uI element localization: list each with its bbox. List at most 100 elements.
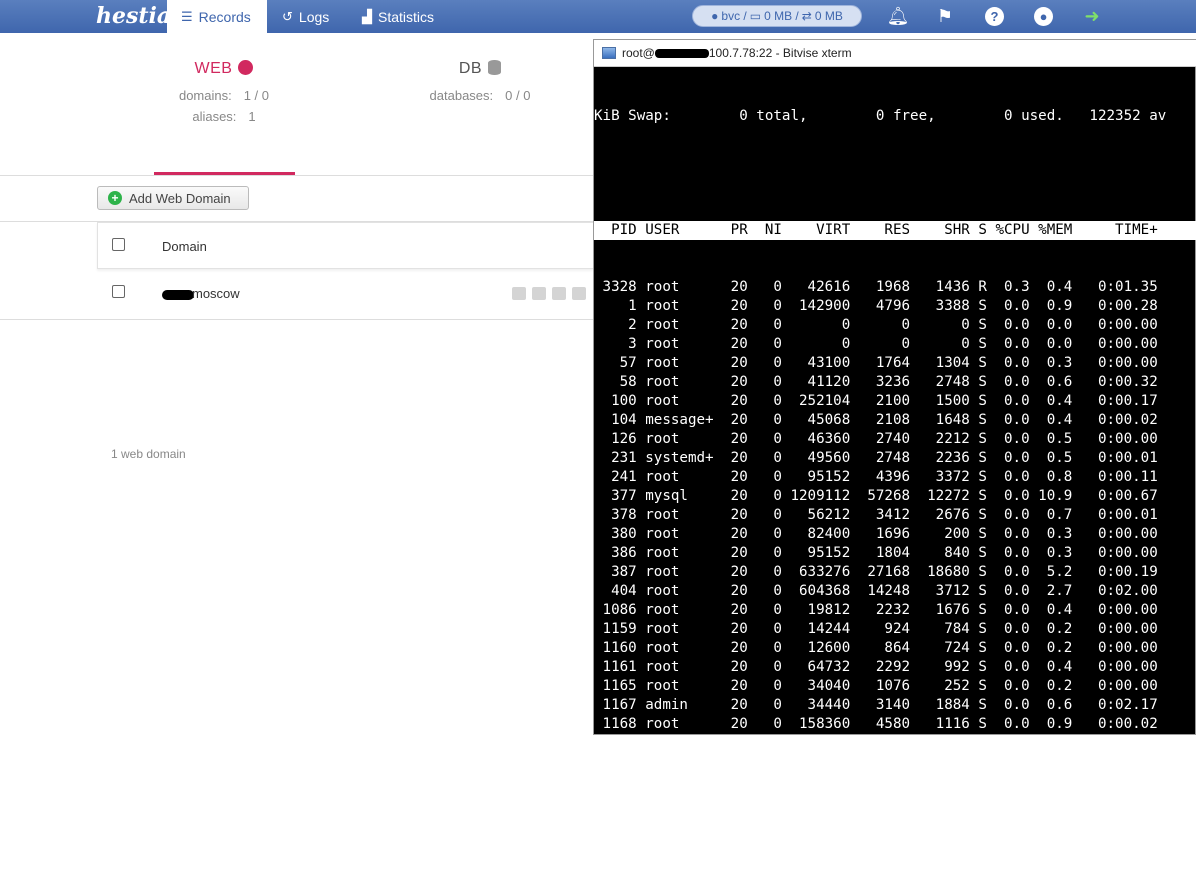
process-row: 378 root 20 0 56212 3412 2676 S 0.0 0.7 …	[594, 507, 1158, 523]
bell-icon[interactable]: 🔔︎	[886, 4, 910, 28]
process-row: 57 root 20 0 43100 1764 1304 S 0.0 0.3 0…	[594, 355, 1158, 371]
command-line: root@sb-trans:~# v-add-letsencrypt-user …	[594, 811, 979, 827]
process-row: 404 root 20 0 604368 14248 3712 S 0.0 2.…	[594, 583, 1158, 599]
domains-value: 1 / 0	[243, 88, 270, 103]
db-title: DB	[458, 60, 483, 77]
domain-name: moscow	[192, 286, 240, 301]
disk-usage: 0 MB /	[764, 9, 799, 23]
process-row: 380 root 20 0 82400 1696 200 S 0.0 0.3 0…	[594, 526, 1158, 542]
swap-line: KiB Swap: 0 total, 0 free, 0 used. 12235…	[594, 108, 1167, 124]
process-row: 1165 root 20 0 34040 1076 252 S 0.0 0.2 …	[594, 678, 1158, 694]
chart-icon: ▟	[362, 8, 372, 24]
nav-logs[interactable]: ↺ Logs	[282, 0, 329, 33]
history-icon: ↺	[282, 8, 293, 24]
list-icon: ☰	[181, 8, 193, 24]
bandwidth-usage: 0 MB	[814, 9, 843, 23]
add-web-domain-label: Add Web Domain	[129, 190, 231, 206]
top-navigation-bar: hestia ☰ Records ↺ Logs ▟ Statistics ● b…	[0, 0, 1196, 33]
process-row: 104 message+ 20 0 45068 2108 1648 S 0.0 …	[594, 412, 1158, 428]
hestia-logo[interactable]: hestia	[96, 3, 171, 29]
command-line: root@s :~# v-add-letsencrypt-user admin	[594, 867, 1196, 886]
process-row: 58 root 20 0 41120 3236 2748 S 0.0 0.6 0…	[594, 374, 1158, 390]
add-web-domain-button[interactable]: + Add Web Domain	[97, 186, 249, 210]
databases-label: databases:	[429, 88, 494, 103]
stats-icon[interactable]	[552, 287, 566, 300]
logout-icon[interactable]: ➜	[1080, 4, 1104, 28]
domains-label: domains:	[178, 88, 232, 103]
divider	[0, 319, 593, 320]
db-stats-title: DB	[400, 60, 560, 78]
process-row: 2677 root 20 0 29604 1420 1128 S 0.0 0.3…	[594, 754, 1158, 770]
aliases-label: aliases:	[192, 109, 237, 124]
process-row: 2738 www-data 20 0 182688 6228 468 S 0.0…	[594, 773, 1158, 789]
process-row: 1161 root 20 0 64732 2292 992 S 0.0 0.4 …	[594, 659, 1158, 675]
process-row: 387 root 20 0 633276 27168 18680 S 0.0 5…	[594, 564, 1158, 580]
bandwidth-icon: ⇄	[801, 9, 812, 23]
web-stats-tab[interactable]: WEB domains: 1 / 0 aliases: 1	[154, 60, 294, 124]
terminal-icon	[602, 47, 616, 59]
process-table-header: PID USER PR NI VIRT RES SHR S %CPU %MEM …	[594, 221, 1196, 240]
open-icon[interactable]	[512, 287, 526, 300]
title-suffix: 100.7.78:22 - Bitvise xterm	[708, 46, 852, 60]
web-stats-title: WEB	[154, 60, 294, 78]
process-row: 3 root 20 0 0 0 0 S 0.0 0.0 0:00.00	[594, 336, 1158, 352]
row-checkbox[interactable]	[112, 285, 125, 298]
domain-column-header[interactable]: Domain	[162, 239, 207, 254]
help-icon[interactable]: ?	[985, 7, 1004, 26]
user-status-pill[interactable]: ● bvc / ▭ 0 MB / ⇄ 0 MB	[692, 5, 862, 27]
divider	[0, 175, 593, 176]
process-row: 126 root 20 0 46360 2740 2212 S 0.0 0.5 …	[594, 431, 1158, 447]
plus-icon: +	[108, 191, 122, 205]
user-icon: ●	[711, 9, 719, 23]
process-row: 386 root 20 0 95152 1804 840 S 0.0 0.3 0…	[594, 545, 1158, 561]
database-icon	[488, 60, 502, 75]
flag-icon[interactable]: ⚑	[933, 4, 957, 28]
process-row: 3328 root 20 0 42616 1968 1436 R 0.3 0.4…	[594, 279, 1158, 295]
logs-icon[interactable]	[572, 287, 586, 300]
process-row: 241 root 20 0 95152 4396 3372 S 0.0 0.8 …	[594, 469, 1158, 485]
process-row: 1159 root 20 0 14244 924 784 S 0.0 0.2 0…	[594, 621, 1158, 637]
process-row: 1 root 20 0 142900 4796 3388 S 0.0 0.9 0…	[594, 298, 1158, 314]
web-title: WEB	[194, 60, 233, 77]
process-row: 1794 root 20 0 69896 3408 2644 S 0.0 0.7…	[594, 735, 1158, 751]
process-row: 100 root 20 0 252104 2100 1500 S 0.0 0.4…	[594, 393, 1158, 409]
web-domain-count: 1 web domain	[111, 447, 186, 461]
databases-stat: databases: 0 / 0	[400, 88, 560, 103]
databases-value: 0 / 0	[505, 88, 531, 103]
process-row: 1160 root 20 0 12600 864 724 S 0.0 0.2 0…	[594, 640, 1158, 656]
disk-icon: ▭	[749, 9, 762, 23]
select-all-checkbox[interactable]	[112, 238, 125, 251]
nav-records[interactable]: ☰ Records	[167, 0, 267, 33]
aliases-stat: aliases: 1	[154, 109, 294, 124]
domains-stat: domains: 1 / 0	[154, 88, 294, 103]
edit-icon[interactable]	[532, 287, 546, 300]
nav-logs-label: Logs	[298, 8, 330, 25]
text-cursor	[978, 867, 987, 883]
process-row: 2745 www-data 20 0 633356 10204 1668 S 0…	[594, 792, 1158, 808]
xterm-title-bar[interactable]: root@ 100.7.78:22 - Bitvise xterm	[594, 40, 1196, 67]
bitvise-xterm-window[interactable]: root@ 100.7.78:22 - Bitvise xterm KiB Swa…	[593, 39, 1196, 884]
username: bvc /	[721, 9, 747, 23]
nav-statistics[interactable]: ▟ Statistics	[362, 0, 434, 33]
table-row-domain[interactable]: moscow	[162, 286, 240, 301]
title-prefix: root@	[622, 46, 655, 60]
process-row: 231 systemd+ 20 0 49560 2748 2236 S 0.0 …	[594, 450, 1158, 466]
process-row: 377 mysql 20 0 1209112 57268 12272 S 0.0…	[594, 488, 1158, 504]
process-row: 1086 root 20 0 19812 2232 1676 S 0.0 0.4…	[594, 602, 1158, 618]
aliases-value: 1	[248, 109, 256, 124]
xterm-title: root@ 100.7.78:22 - Bitvise xterm	[622, 46, 852, 60]
process-row: 1168 root 20 0 158360 4580 1116 S 0.0 0.…	[594, 716, 1158, 732]
redaction-mark	[654, 49, 709, 59]
terminal-output[interactable]: KiB Swap: 0 total, 0 free, 0 used. 12235…	[594, 69, 1196, 886]
account-icon[interactable]: ●	[1034, 7, 1053, 26]
process-row: 1167 admin 20 0 34440 3140 1884 S 0.0 0.…	[594, 697, 1158, 713]
nav-statistics-label: Statistics	[378, 8, 435, 25]
command-line: root@sb :~# v-add-letsencrypt-user admin	[594, 849, 979, 865]
globe-icon	[238, 60, 254, 75]
process-row: 2 root 20 0 0 0 0 S 0.0 0.0 0:00.00	[594, 317, 1158, 333]
row-actions	[512, 287, 586, 300]
command-line: Error: Let's Encrypt acc registration fa…	[594, 830, 970, 846]
db-stats-tab[interactable]: DB databases: 0 / 0	[400, 60, 560, 103]
nav-records-label: Records	[198, 8, 251, 25]
